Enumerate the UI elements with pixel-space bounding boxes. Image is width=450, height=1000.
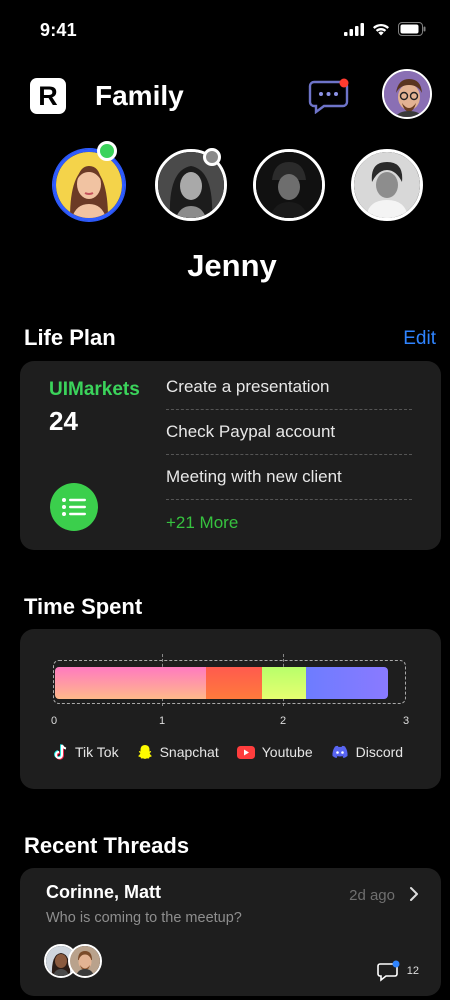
legend: Tik Tok Snapchat Youtube Discord (54, 744, 403, 760)
legend-label: Youtube (261, 744, 313, 760)
time-segment-1 (55, 667, 206, 699)
snapchat-icon (137, 745, 152, 759)
edit-link[interactable]: Edit (403, 328, 436, 350)
status-time: 9:41 (40, 20, 77, 40)
more-tasks-link[interactable]: +21 More (166, 500, 412, 545)
signal-icon (344, 22, 364, 36)
thread-card[interactable]: Corinne, Matt Who is coming to the meetu… (20, 868, 441, 996)
chevron-right-icon[interactable] (409, 886, 419, 907)
header: R Family (0, 66, 450, 126)
life-plan-card: UIMarkets 24 Create a presentation Check… (20, 361, 441, 550)
online-indicator (97, 141, 117, 161)
list-button[interactable] (50, 483, 98, 531)
member-portrait (256, 152, 322, 218)
member-avatar-3[interactable] (253, 149, 325, 221)
member-portrait (56, 152, 122, 218)
member-avatar-4[interactable] (351, 149, 423, 221)
thread-avatars (44, 944, 104, 978)
tick-label-2: 2 (280, 715, 287, 727)
participant-avatar (68, 944, 102, 978)
comment-icon (376, 960, 400, 982)
status-icons (344, 22, 426, 36)
time-spent-card: 0 1 2 3 Tik Tok Snapchat Youtube Discord (20, 629, 441, 789)
time-segment-4 (306, 667, 388, 699)
page-title: Family (95, 80, 184, 111)
discord-icon (332, 745, 348, 758)
task-item[interactable]: Meeting with new client (166, 455, 412, 500)
status-bar: 9:41 (0, 0, 450, 60)
time-spent-title: Time Spent (24, 594, 143, 619)
life-plan-title: Life Plan (24, 325, 116, 350)
chat-bubble-icon (308, 78, 349, 115)
comment-count: 12 (376, 960, 419, 982)
member-portrait (354, 152, 420, 218)
battery-icon (398, 22, 426, 36)
selected-member-name: Jenny (187, 248, 277, 283)
tick-label-0: 0 (51, 715, 58, 727)
youtube-icon (236, 745, 255, 759)
legend-label: Snapchat (159, 744, 219, 760)
recent-threads-title: Recent Threads (24, 833, 190, 858)
family-members (0, 141, 450, 226)
legend-item: Discord (331, 744, 403, 760)
legend-label: Tik Tok (75, 744, 119, 760)
time-bar (55, 667, 388, 699)
legend-item: Youtube (236, 744, 313, 760)
task-item[interactable]: Check Paypal account (166, 410, 412, 455)
time-segment-2 (206, 667, 262, 699)
tick-label-1: 1 (159, 715, 166, 727)
legend-label: Discord (355, 744, 404, 760)
tick-label-3: 3 (403, 715, 410, 727)
life-plan-brand: UIMarkets (49, 379, 140, 400)
logo-letter: R (38, 80, 58, 111)
task-list: Create a presentation Check Paypal accou… (166, 365, 412, 545)
life-plan-count: 24 (49, 406, 78, 436)
legend-item: Snapchat (137, 744, 219, 760)
tiktok-icon (54, 744, 67, 760)
avatar-portrait (384, 71, 430, 117)
away-indicator (203, 148, 221, 166)
task-item[interactable]: Create a presentation (166, 365, 412, 410)
profile-avatar[interactable] (382, 69, 432, 119)
member-avatar-1[interactable] (53, 149, 125, 221)
messages-button[interactable] (308, 78, 350, 115)
thread-participants: Corinne, Matt (46, 882, 161, 902)
thread-timestamp: 2d ago (349, 887, 395, 904)
legend-item: Tik Tok (54, 744, 119, 760)
app-logo[interactable]: R (30, 78, 66, 114)
thread-preview: Who is coming to the meetup? (46, 910, 242, 926)
time-segment-3 (262, 667, 306, 699)
list-icon (62, 498, 86, 516)
comment-count-value: 12 (406, 965, 419, 977)
wifi-icon (373, 23, 389, 35)
